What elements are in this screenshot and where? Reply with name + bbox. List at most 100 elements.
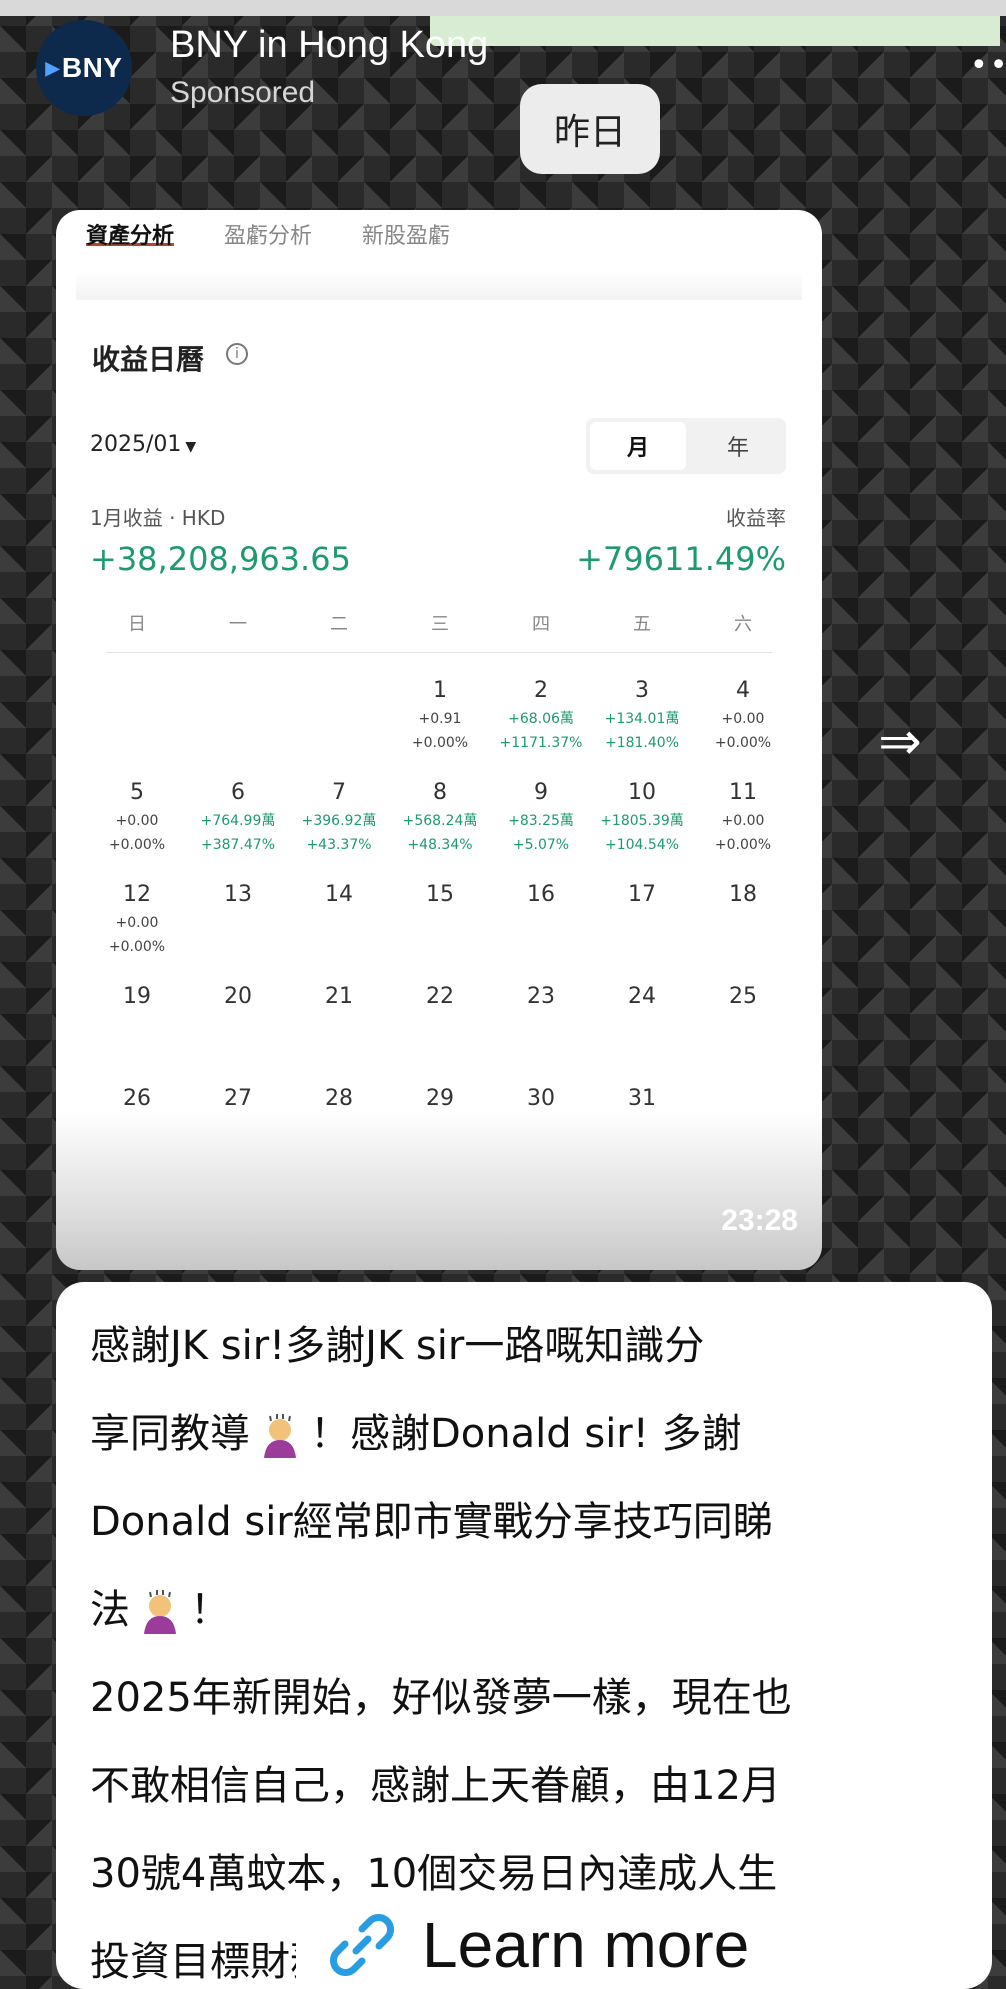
calendar-day-cell[interactable]: 20	[187, 981, 289, 1061]
calendar-day-gain: +0.00	[721, 711, 765, 727]
calendar-day-rate	[288, 935, 390, 959]
calendar-day-gain: +764.99萬	[200, 813, 276, 829]
calendar-day-gain	[490, 1013, 592, 1037]
weekday-label: 二	[330, 614, 348, 635]
calendar-day-number: 11	[729, 780, 757, 805]
calendar-day-cell[interactable]: 22	[389, 981, 491, 1061]
message-text: 感謝JK sir!多謝JK sir一路嘅知識分 享同教導 ！感謝Donald si…	[90, 1302, 970, 1989]
calendar-day-cell[interactable]: 14	[288, 879, 390, 959]
tab-asset-analysis: 資產分析	[86, 218, 175, 249]
calendar-day-cell[interactable]: 3 +134.01萬 +181.40%	[591, 675, 693, 755]
calendar-day-gain	[591, 1013, 693, 1037]
message-line: 法	[90, 1587, 130, 1633]
calendar-day-number: 9	[534, 780, 548, 805]
calendar-day-gain	[692, 1013, 794, 1037]
calendar-day-cell[interactable]: 21	[288, 981, 390, 1061]
image-timestamp: 23:28	[721, 1204, 798, 1237]
calendar-day-gain	[490, 1115, 592, 1139]
divider-band	[76, 270, 802, 300]
message-line: Donald sir經常即市實戰分享技巧同睇	[90, 1499, 773, 1545]
calendar-day-cell[interactable]: 6 +764.99萬 +387.47%	[187, 777, 289, 857]
logo-arrow-icon: ▶	[45, 57, 60, 78]
screenshot-image-bubble[interactable]: 資產分析 盈虧分析 新股盈虧 收益日曆 i 2025/01 ▼ 月 年 1月收益 …	[56, 210, 822, 1270]
calendar-day-number: 23	[527, 984, 555, 1009]
calendar-day-number: 28	[325, 1086, 353, 1111]
learn-more-button[interactable]: Learn more	[296, 1900, 896, 1989]
calendar-day-gain	[389, 1115, 491, 1139]
calendar-day-gain	[288, 911, 390, 935]
calendar-day-gain: +68.06萬	[508, 711, 574, 727]
bowing-person-emoji-icon	[264, 1414, 296, 1458]
calendar-day-cell[interactable]: 18	[692, 879, 794, 959]
calendar-day-rate	[288, 1037, 390, 1061]
bowing-person-emoji-icon	[144, 1590, 176, 1634]
calendar-day-cell[interactable]: 11 +0.00 +0.00%	[692, 777, 794, 857]
calendar-day-cell[interactable]: 30	[490, 1083, 592, 1163]
previous-bubble-edge	[430, 16, 1000, 46]
calendar-day-cell[interactable]: 25	[692, 981, 794, 1061]
calendar-day-gain: +568.24萬	[402, 813, 478, 829]
calendar-day-cell[interactable]: 13	[187, 879, 289, 959]
calendar-day-cell[interactable]: 15	[389, 879, 491, 959]
calendar-day-number: 24	[628, 984, 656, 1009]
calendar-day-cell[interactable]: 16	[490, 879, 592, 959]
ad-header: ▶ BNY BNY in Hong Kong Sponsored ••	[0, 0, 1006, 130]
calendar-day-cell[interactable]: 8 +568.24萬 +48.34%	[389, 777, 491, 857]
calendar-title: 收益日曆	[92, 343, 205, 376]
calendar-day-rate	[86, 1139, 188, 1163]
brand-name[interactable]: BNY in Hong Kong	[170, 24, 488, 67]
calendar-day-rate	[187, 1139, 289, 1163]
calendar-day-rate	[86, 1037, 188, 1061]
calendar-day-number: 10	[628, 780, 656, 805]
calendar-day-cell[interactable]: 7 +396.92萬 +43.37%	[288, 777, 390, 857]
calendar-day-cell[interactable]: 27	[187, 1083, 289, 1163]
calendar-day-cell[interactable]: 28	[288, 1083, 390, 1163]
calendar-day-cell[interactable]: 10 +1805.39萬 +104.54%	[591, 777, 693, 857]
forward-share-icon[interactable]: ⇒	[860, 712, 940, 772]
calendar-day-gain	[86, 1013, 188, 1037]
calendar-day-number: 4	[736, 678, 750, 703]
calendar-day-number: 25	[729, 984, 757, 1009]
calendar-day-gain	[591, 1115, 693, 1139]
calendar-day-cell[interactable]: 19	[86, 981, 188, 1061]
calendar-day-cell[interactable]: 12 +0.00 +0.00%	[86, 879, 188, 959]
brand-logo[interactable]: ▶ BNY	[36, 20, 132, 116]
calendar-day-number: 27	[224, 1086, 252, 1111]
calendar-day-cell[interactable]: 2 +68.06萬 +1171.37%	[490, 675, 592, 755]
calendar-day-number: 30	[527, 1086, 555, 1111]
calendar-day-number: 16	[527, 882, 555, 907]
calendar-day-number: 22	[426, 984, 454, 1009]
calendar-day-cell[interactable]: 1 +0.91 +0.00%	[389, 675, 491, 755]
calendar-day-rate	[591, 1037, 693, 1061]
calendar-day-cell[interactable]: 29	[389, 1083, 491, 1163]
calendar-day-rate: +387.47%	[200, 837, 276, 853]
calendar-day-cell[interactable]: 23	[490, 981, 592, 1061]
tab-pnl-analysis: 盈虧分析	[224, 224, 313, 249]
calendar-day-gain: +134.01萬	[604, 711, 680, 727]
calendar-day-gain: +83.25萬	[508, 813, 574, 829]
calendar-day-gain	[86, 1115, 188, 1139]
calendar-day-cell[interactable]: 17	[591, 879, 693, 959]
calendar-day-cell[interactable]: 31	[591, 1083, 693, 1163]
calendar-day-cell[interactable]: 9 +83.25萬 +5.07%	[490, 777, 592, 857]
calendar-day-gain: +0.00	[115, 813, 159, 829]
weekday-label: 六	[734, 614, 752, 635]
calendar-day-cell[interactable]: 5 +0.00 +0.00%	[86, 777, 188, 857]
message-line: 感謝JK sir!多謝JK sir一路嘅知識分	[90, 1323, 705, 1369]
calendar-day-number: 7	[332, 780, 346, 805]
calendar-day-cell[interactable]: 4 +0.00 +0.00%	[692, 675, 794, 755]
calendar-day-gain	[288, 1013, 390, 1037]
info-icon: i	[226, 343, 248, 365]
calendar-day-number: 1	[433, 678, 447, 703]
calendar-day-rate: +0.00%	[714, 837, 772, 853]
calendar-day-cell[interactable]: 24	[591, 981, 693, 1061]
calendar-day-number: 21	[325, 984, 353, 1009]
calendar-day-rate: +43.37%	[306, 837, 372, 853]
more-options-icon[interactable]: ••	[970, 48, 1006, 83]
calendar-day-cell[interactable]: 26	[86, 1083, 188, 1163]
calendar-day-number: 12	[123, 882, 151, 907]
calendar-day-gain: +0.00	[115, 915, 159, 931]
calendar-day-rate: +181.40%	[604, 735, 680, 751]
calendar-day-rate	[187, 935, 289, 959]
calendar-day-rate	[389, 1037, 491, 1061]
